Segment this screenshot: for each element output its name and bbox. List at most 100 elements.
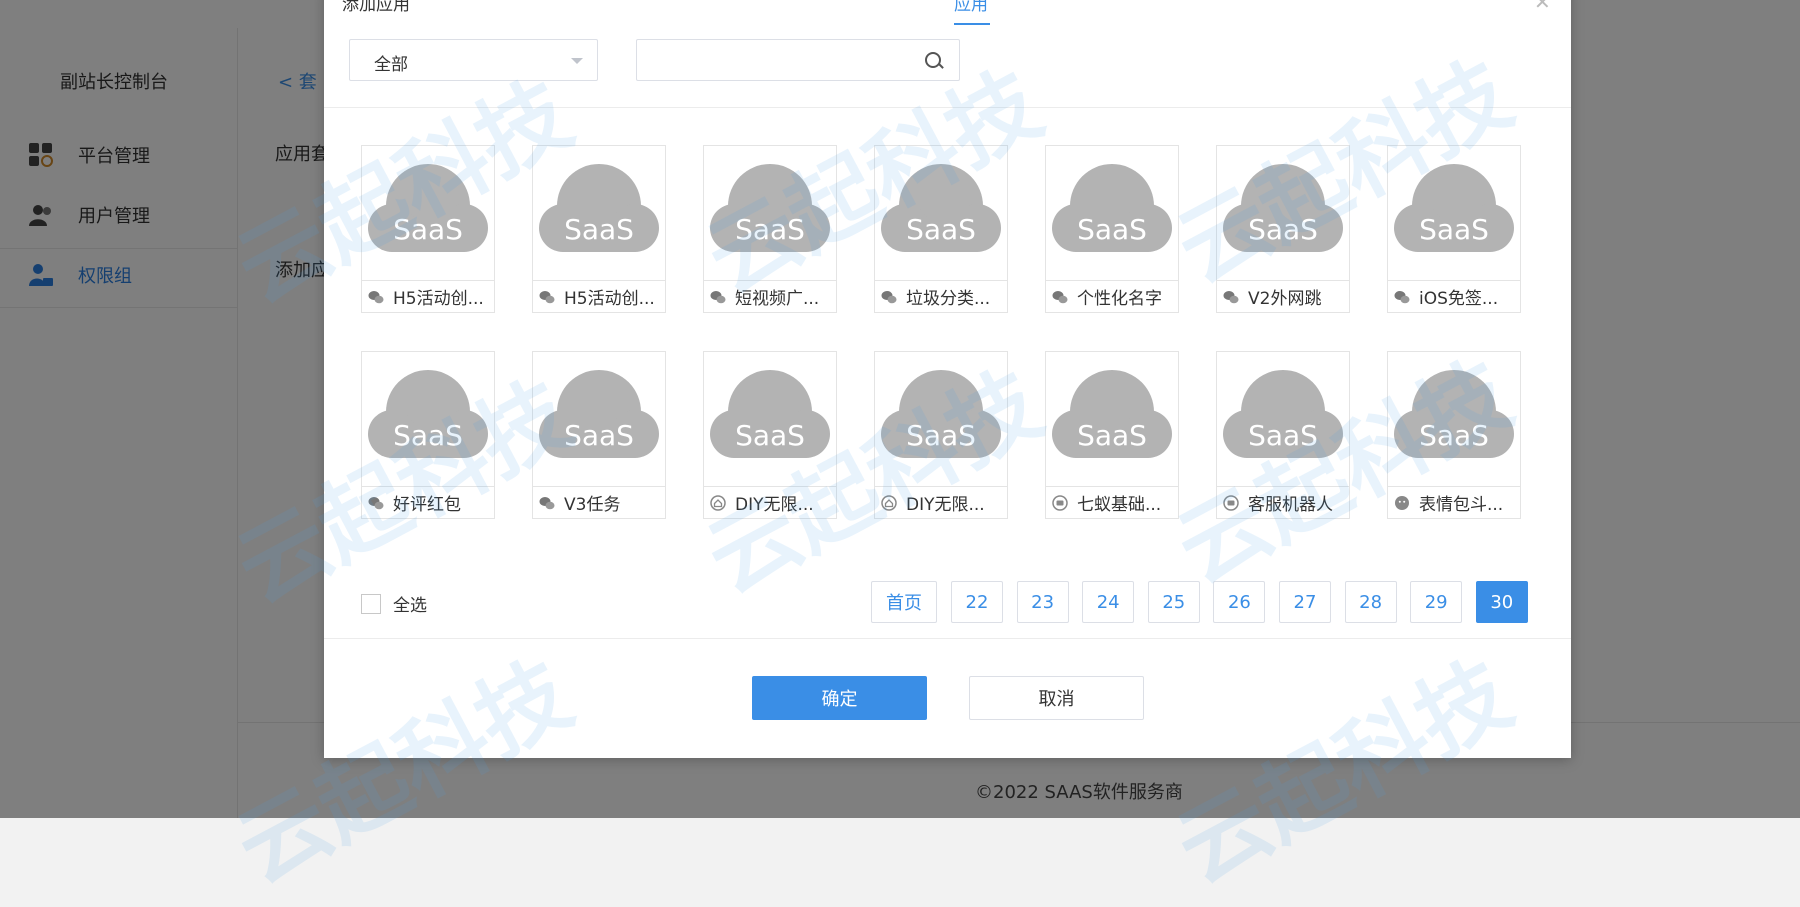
chat-icon: [1223, 494, 1239, 511]
page-button[interactable]: 22: [951, 581, 1003, 623]
select-all[interactable]: 全选: [361, 591, 427, 616]
app-name-label: iOS免签...: [1419, 289, 1499, 309]
app-card[interactable]: SaaS 个性化名字: [1045, 145, 1179, 313]
wechat-icon: [539, 495, 555, 511]
page-button[interactable]: 23: [1016, 581, 1069, 623]
search-icon[interactable]: [925, 52, 941, 68]
cancel-button[interactable]: 取消: [969, 676, 1144, 720]
thumb-text: SaaS: [735, 213, 805, 246]
search-input[interactable]: [647, 48, 911, 74]
wechat-icon: [368, 495, 384, 511]
app-name: 七蚁基础...: [1046, 486, 1178, 518]
app-name: 垃圾分类...: [875, 280, 1007, 312]
saas-cloud-icon: SaaS: [539, 164, 659, 252]
home-icon: [881, 494, 897, 511]
confirm-button[interactable]: 确定: [752, 676, 927, 720]
select-all-label: 全选: [393, 596, 427, 616]
wechat-icon: [710, 289, 726, 305]
app-name-label: 表情包斗...: [1419, 495, 1504, 515]
wechat-icon: [539, 289, 555, 305]
app-card[interactable]: SaaS 客服机器人: [1216, 351, 1350, 519]
app-card[interactable]: SaaS H5活动创...: [532, 145, 666, 313]
saas-cloud-icon: SaaS: [881, 164, 1001, 252]
home-icon: [710, 494, 726, 511]
emoji-icon: [1394, 495, 1410, 511]
app-name-label: V2外网跳: [1248, 289, 1322, 309]
thumb-text: SaaS: [735, 419, 805, 452]
page-button[interactable]: 24: [1082, 581, 1135, 623]
app-card[interactable]: SaaS V3任务: [532, 351, 666, 519]
page-button[interactable]: 26: [1213, 581, 1266, 623]
saas-cloud-icon: SaaS: [1223, 370, 1343, 458]
saas-cloud-icon: SaaS: [710, 164, 830, 252]
page-first-button[interactable]: 首页: [871, 581, 937, 623]
dialog-title: 添加应用: [342, 0, 410, 15]
thumb-text: SaaS: [564, 213, 634, 246]
divider: [324, 107, 1571, 108]
page-button[interactable]: 25: [1147, 581, 1200, 623]
thumb-text: SaaS: [564, 419, 634, 452]
app-card[interactable]: SaaS DIY无限...: [874, 351, 1008, 519]
wechat-icon: [1052, 289, 1068, 305]
app-name: H5活动创...: [362, 280, 494, 312]
app-card[interactable]: SaaS 表情包斗...: [1387, 351, 1521, 519]
thumb-text: SaaS: [1419, 419, 1489, 452]
select-all-checkbox[interactable]: [361, 593, 381, 614]
thumb-text: SaaS: [1248, 419, 1318, 452]
wechat-icon: [881, 289, 897, 305]
thumb-text: SaaS: [1077, 213, 1147, 246]
app-name: 表情包斗...: [1388, 486, 1520, 518]
app-name: H5活动创...: [533, 280, 665, 312]
app-name-label: H5活动创...: [564, 289, 655, 309]
thumb-text: SaaS: [1077, 419, 1147, 452]
page-button[interactable]: 27: [1279, 581, 1331, 623]
chat-icon: [1052, 494, 1068, 511]
thumb-text: SaaS: [906, 213, 976, 246]
category-select[interactable]: 全部: [349, 39, 598, 81]
app-name-label: DIY无限...: [735, 495, 814, 515]
saas-cloud-icon: SaaS: [1394, 370, 1514, 458]
app-name-label: V3任务: [564, 495, 621, 515]
app-card[interactable]: SaaS 好评红包: [361, 351, 495, 519]
thumb-text: SaaS: [393, 419, 463, 452]
app-name: DIY无限...: [704, 486, 836, 518]
thumb-text: SaaS: [906, 419, 976, 452]
app-name: 短视频广...: [704, 280, 836, 312]
saas-cloud-icon: SaaS: [368, 370, 488, 458]
copyright: ©2022 SAAS软件服务商: [975, 782, 1183, 803]
app-name-label: 个性化名字: [1077, 289, 1162, 309]
divider: [324, 638, 1571, 639]
wechat-icon: [1223, 289, 1239, 305]
category-select-value: 全部: [374, 55, 408, 75]
thumb-text: SaaS: [1419, 213, 1489, 246]
app-name-label: 垃圾分类...: [906, 289, 991, 309]
saas-cloud-icon: SaaS: [1223, 164, 1343, 252]
page-button[interactable]: 29: [1410, 581, 1463, 623]
app-card[interactable]: SaaS iOS免签...: [1387, 145, 1521, 313]
app-name: 好评红包: [362, 486, 494, 518]
app-grid: SaaS H5活动创... SaaS H5活动创... SaaS 短视频广... SaaS 垃…: [361, 145, 1561, 519]
app-card[interactable]: SaaS 垃圾分类...: [874, 145, 1008, 313]
tab-apps[interactable]: 应用: [954, 0, 988, 15]
app-name-label: H5活动创...: [393, 289, 484, 309]
add-app-dialog: 添加应用 应用 ✕ 全部 SaaS H5活动创... SaaS H5活动创... Saa…: [324, 0, 1571, 758]
saas-cloud-icon: SaaS: [710, 370, 830, 458]
app-card[interactable]: SaaS H5活动创...: [361, 145, 495, 313]
saas-cloud-icon: SaaS: [1052, 370, 1172, 458]
page-button[interactable]: 28: [1344, 581, 1397, 623]
app-card[interactable]: SaaS 短视频广...: [703, 145, 837, 313]
saas-cloud-icon: SaaS: [1394, 164, 1514, 252]
chevron-down-icon: [571, 58, 583, 64]
app-card[interactable]: SaaS DIY无限...: [703, 351, 837, 519]
search-box[interactable]: [636, 39, 960, 81]
app-name-label: DIY无限...: [906, 495, 985, 515]
app-name-label: 短视频广...: [735, 289, 820, 309]
saas-cloud-icon: SaaS: [539, 370, 659, 458]
page-button[interactable]: 30: [1475, 581, 1528, 623]
app-name-label: 好评红包: [393, 495, 461, 515]
app-card[interactable]: SaaS V2外网跳: [1216, 145, 1350, 313]
app-card[interactable]: SaaS 七蚁基础...: [1045, 351, 1179, 519]
saas-cloud-icon: SaaS: [881, 370, 1001, 458]
thumb-text: SaaS: [1248, 213, 1318, 246]
close-icon[interactable]: ✕: [1534, 0, 1551, 14]
